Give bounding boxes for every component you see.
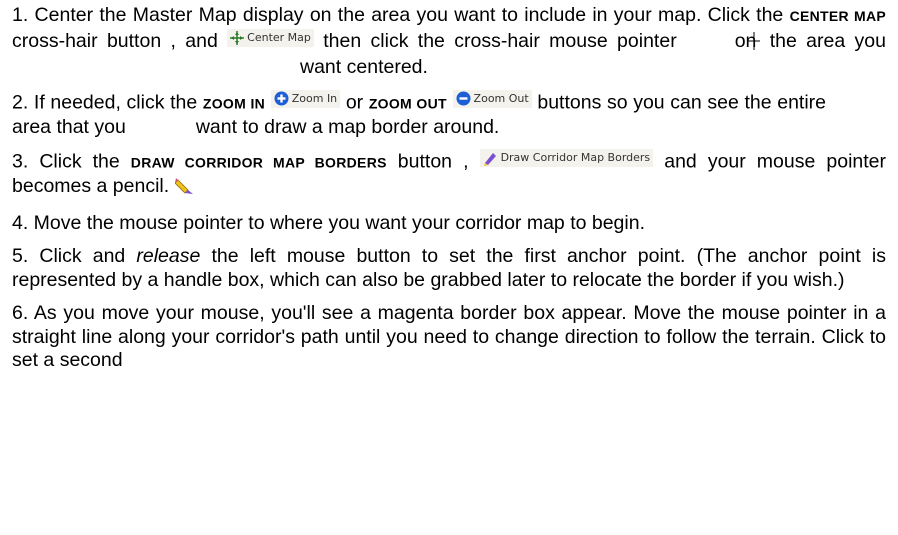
zoom-in-button-label: Zoom In [291, 91, 338, 105]
step-1-text-e: the area you [760, 29, 887, 52]
step-3: 3. Click the Draw Corridor Map Borders b… [12, 149, 886, 202]
zoom-in-button[interactable]: Zoom In [270, 89, 341, 108]
draw-corridor-map-borders-button[interactable]: Draw Corridor Map Borders [479, 149, 654, 167]
step-2-text-or: or [340, 91, 369, 113]
plus-circle-icon [274, 91, 289, 106]
step-6-text: 6. As you move your mouse, you'll see a … [12, 302, 886, 371]
step-2-text-a: 2. If needed, click the [12, 91, 203, 113]
zoom-in-keyword: Zoom In [202, 95, 266, 111]
step-4: 4. Move the mouse pointer to where you w… [12, 212, 886, 236]
crosshair-icon [230, 30, 245, 45]
draw-corridor-keyword: Draw Corridor Map Borders [130, 154, 387, 171]
crosshair-pointer-icon [748, 31, 761, 57]
step-1-text-want: want [300, 56, 342, 78]
step-4-text: 4. Move the mouse pointer to where you w… [12, 211, 645, 234]
step-2-text-d: want to draw a map border around. [195, 115, 500, 138]
step-3-text-a: 3. Click the [12, 150, 131, 173]
step-1-text-c: then click the cross-hair mouse pointer [313, 29, 677, 52]
step-5: 5. Click and release the left mouse butt… [12, 245, 886, 292]
pencil-icon [174, 177, 195, 202]
step-3-text-b: button , [386, 150, 480, 173]
center-map-button[interactable]: Center Map [227, 28, 314, 47]
zoom-out-keyword: Zoom Out [368, 95, 447, 111]
step-1-text-centered: centered. [346, 56, 428, 78]
step-2-text-b: buttons so you can see the entire [531, 91, 827, 113]
step-1-text-b: cross-hair button , and [12, 29, 228, 52]
instructions-document: 1. Center the Master Map display on the … [12, 4, 886, 383]
center-map-button-label: Center Map [247, 30, 311, 44]
step-6: 6. As you move your mouse, you'll see a … [12, 302, 886, 373]
step-2-text-c: area that you [12, 115, 126, 138]
zoom-out-button-label: Zoom Out [473, 91, 529, 105]
step-2: 2. If needed, click the Zoom In Zoom In … [12, 89, 886, 140]
step-5-release: release [136, 245, 201, 267]
center-map-keyword: Center Map [789, 8, 887, 24]
step-5-text-a: 5. Click and [12, 245, 137, 267]
step-1-text-a: 1. Center the Master Map display on the … [12, 4, 790, 26]
corridor-pencil-icon [483, 151, 498, 166]
draw-corridor-button-label: Draw Corridor Map Borders [500, 151, 651, 164]
zoom-out-button[interactable]: Zoom Out [452, 89, 532, 108]
step-1: 1. Center the Master Map display on the … [12, 4, 886, 80]
minus-circle-icon [456, 91, 471, 106]
